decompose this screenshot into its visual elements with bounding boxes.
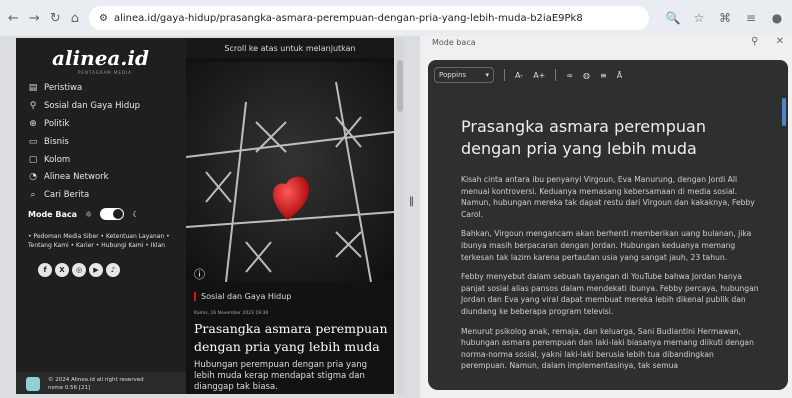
lifestyle-icon: ⚲ [29, 101, 37, 111]
address-bar[interactable]: ⚙ alinea.id/gaya-hidup/prasangka-asmara-… [88, 6, 649, 30]
decrease-font-button[interactable]: A- [515, 71, 523, 80]
reading-mode-toolbar: Poppins ▾ A- A+ ∞ ◍ ≡ Ā [428, 60, 788, 90]
reading-mode-window-controls: ⚲ ✕ [751, 36, 784, 47]
info-icon[interactable]: ⓘ [194, 266, 205, 282]
page-scrollbar-thumb[interactable] [397, 60, 403, 112]
profile-icon[interactable]: ● [769, 10, 785, 26]
toolbar-divider [555, 69, 557, 81]
sidebar-item-label: Cari Berita [44, 190, 90, 200]
youtube-icon[interactable]: ▶ [89, 263, 103, 277]
sidebar-item-kolom[interactable]: ▢ Kolom [28, 155, 70, 165]
reading-mode-icon[interactable]: ≡ [743, 10, 759, 26]
reading-mode-panel: Mode baca ⚲ ✕ Poppins ▾ A- A+ ∞ ◍ ≡ Ā Pr… [420, 36, 792, 398]
sidebar-item-label: Kolom [44, 155, 71, 165]
close-icon[interactable]: ✕ [776, 36, 784, 47]
sidebar-item-peristiwa[interactable]: ▤ Peristiwa [28, 83, 82, 93]
paragraph: Bahkan, Virgoun mengancam akan berhenti … [461, 229, 752, 262]
back-icon[interactable]: ← [8, 9, 19, 27]
sidebar-item-cari-berita[interactable]: ⌕ Cari Berita [28, 190, 89, 200]
social-links: f X ◎ ▶ ♪ [38, 263, 120, 277]
pin-icon[interactable]: ⚲ [751, 36, 758, 47]
copyright-text: © 2024 Alinea.id all right reserved [48, 377, 144, 383]
article-category[interactable]: Sosial dan Gaya Hidup [194, 292, 291, 301]
version-text: nsme 0.56 [21] [48, 385, 91, 391]
extensions-icon[interactable]: ⌘ [717, 10, 733, 26]
toolbar-divider [504, 69, 505, 81]
sidebar-item-label: Alinea Network [44, 172, 109, 182]
article-card: Scroll ke atas untuk melanjutkan ⓘ Sosia… [186, 38, 394, 394]
globe-icon: ⊕ [29, 119, 37, 129]
article-title: Prasangka asmara perempuan dengan pria y… [194, 321, 388, 354]
site-sidebar: alinea.id PENTAGRAM MEDIA ▤ Peristiwa ⚲ … [16, 38, 186, 394]
reader-scrollbar-thumb[interactable] [782, 98, 786, 126]
reading-mode-content: Prasangka asmara perempuan dengan pria y… [428, 90, 788, 390]
article-lede: Hubungan perempuan dengan pria yang lebi… [194, 360, 368, 392]
network-icon: ◔ [29, 172, 37, 182]
newspaper-icon: ▤ [28, 83, 38, 93]
split-handle-icon[interactable]: ‖ [409, 196, 414, 214]
text-style-icon[interactable]: Ā [617, 71, 622, 80]
dark-mode-toggle[interactable] [100, 208, 125, 220]
sidebar-item-sosial[interactable]: ⚲ Sosial dan Gaya Hidup [28, 101, 140, 111]
font-select[interactable]: Poppins ▾ [434, 67, 494, 83]
website-viewport: alinea.id PENTAGRAM MEDIA ▤ Peristiwa ⚲ … [16, 38, 394, 394]
paragraph: Kisah cinta antara ibu penyanyi Virgoun,… [461, 175, 755, 219]
sidebar-item-label: Peristiwa [44, 83, 83, 93]
reading-mode-row: Mode Baca ☼ ☾ [28, 208, 139, 220]
font-select-value: Poppins [439, 71, 467, 79]
sidebar-footer: © 2024 Alinea.id all right reserved nsme… [16, 372, 186, 394]
link-icon[interactable]: ∞ [566, 71, 573, 80]
spacing-icon[interactable]: ≡ [600, 71, 607, 80]
sidebar-item-alinea-network[interactable]: ◔ Alinea Network [28, 172, 109, 182]
paragraph: Febby menyebut dalam sebuah tayangan di … [461, 272, 759, 316]
reading-mode-title: Mode baca [432, 38, 476, 47]
zoom-icon[interactable]: 🔍 [665, 10, 681, 26]
x-icon[interactable]: X [55, 263, 69, 277]
sidebar-item-label: Sosial dan Gaya Hidup [44, 101, 141, 111]
url-text: alinea.id/gaya-hidup/prasangka-asmara-pe… [113, 12, 583, 24]
browser-content: alinea.id PENTAGRAM MEDIA ▤ Peristiwa ⚲ … [0, 36, 792, 398]
scroll-note[interactable]: Scroll ke atas untuk melanjutkan [186, 38, 394, 58]
sidebar-item-bisnis[interactable]: ▭ Bisnis [28, 137, 69, 147]
article-hero-image [186, 62, 394, 282]
increase-font-button[interactable]: A+ [533, 71, 545, 80]
sidebar-item-label: Politik [44, 119, 70, 129]
home-icon[interactable]: ⌂ [71, 9, 79, 27]
reload-icon[interactable]: ↻ [50, 9, 61, 27]
reader-paragraphs: Kisah cinta antara ibu penyanyi Virgoun,… [461, 174, 761, 380]
browser-toolbar: ← → ↻ ⌂ ⚙ alinea.id/gaya-hidup/prasangka… [0, 0, 792, 36]
footer-logo-icon [26, 377, 40, 391]
forward-icon[interactable]: → [29, 9, 40, 27]
facebook-icon[interactable]: f [38, 263, 52, 277]
moon-icon: ☾ [132, 209, 140, 219]
page-scrollbar[interactable] [396, 38, 404, 394]
paragraph: Menurut psikolog anak, remaja, dan kelua… [461, 326, 754, 371]
sidebar-item-politik[interactable]: ⊕ Politik [28, 119, 69, 129]
article-date: Kamis, 16 November 2023 19:30 [194, 311, 269, 316]
site-logo-tagline: PENTAGRAM MEDIA [78, 70, 132, 75]
instagram-icon[interactable]: ◎ [72, 263, 86, 277]
sidebar-item-label: Bisnis [44, 137, 69, 147]
site-info-icon[interactable]: ⚙ [99, 13, 108, 24]
sun-icon: ☼ [85, 209, 93, 219]
chevron-down-icon: ▾ [485, 71, 489, 79]
briefcase-icon: ▭ [28, 137, 38, 147]
reader-article-title: Prasangka asmara perempuan dengan pria y… [461, 117, 706, 158]
color-icon[interactable]: ◍ [583, 71, 590, 80]
mode-label: Mode Baca [28, 209, 78, 219]
column-icon: ▢ [28, 155, 38, 165]
tiktok-icon[interactable]: ♪ [106, 263, 120, 277]
site-logo[interactable]: alinea.id [52, 46, 149, 70]
footer-links[interactable]: • Pedoman Media Siber • Ketentuan Layana… [28, 232, 178, 250]
search-icon: ⌕ [30, 190, 36, 200]
bookmark-icon[interactable]: ☆ [691, 10, 707, 26]
